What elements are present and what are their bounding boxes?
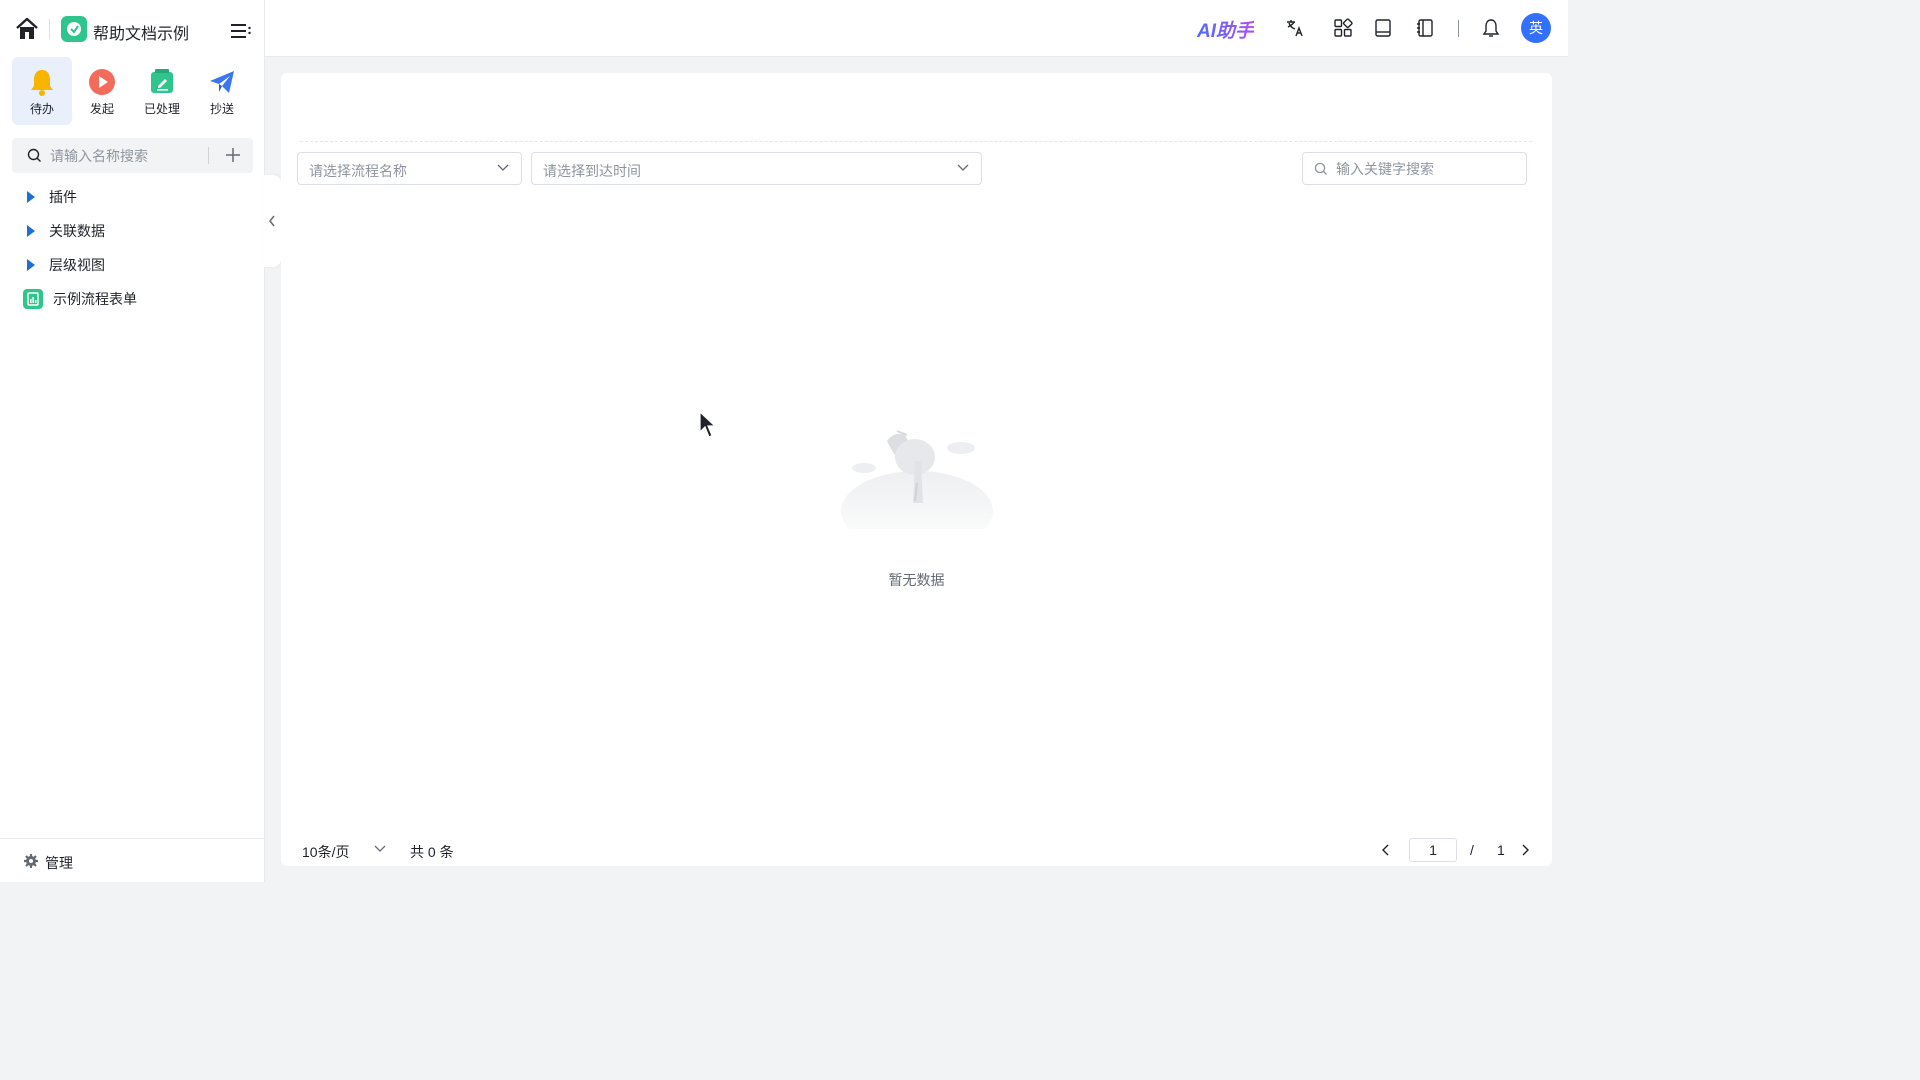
tree-item-plugins[interactable]: 插件 <box>12 180 253 214</box>
quick-cc-label: 抄送 <box>209 102 234 116</box>
sidebar-search <box>12 138 253 173</box>
search-icon <box>27 148 41 162</box>
process-name-placeholder: 请选择流程名称 <box>309 163 407 179</box>
quick-todo-label: 待办 <box>29 102 54 116</box>
tree-item-label: 插件 <box>49 189 77 205</box>
chevron-down-icon[interactable] <box>374 845 386 853</box>
chevron-down-icon <box>497 164 509 171</box>
bell-icon <box>31 70 53 96</box>
form-tree: 插件 关联数据 层级视图 示例流程表单 <box>12 180 253 316</box>
play-icon <box>89 69 115 95</box>
quick-actions: 待办 发起 已处理 抄送 <box>12 57 253 125</box>
brand-bar: 帮助文档示例 <box>0 0 265 57</box>
divider <box>1458 20 1459 37</box>
empty-state-illustration <box>841 430 993 529</box>
search-icon <box>1314 162 1327 175</box>
page-number-input[interactable]: 1 <box>1409 838 1457 862</box>
arrival-time-placeholder: 请选择到达时间 <box>543 163 641 179</box>
total-pages: 1 <box>1497 842 1505 858</box>
gear-icon <box>24 854 38 868</box>
quick-processed-label: 已处理 <box>143 102 180 116</box>
process-name-select[interactable]: 请选择流程名称 <box>297 152 522 185</box>
sidebar: 帮助文档示例 待办 发起 已处理 抄送 请输入名称搜索 插件 关联数据 层级视图… <box>0 0 265 882</box>
chevron-right-icon[interactable] <box>1519 844 1531 856</box>
menu-icon[interactable] <box>230 22 252 40</box>
divider <box>208 147 209 164</box>
caret-right-icon <box>27 259 35 271</box>
sidebar-search-input[interactable] <box>50 144 205 167</box>
form-icon <box>23 289 43 309</box>
main-panel: 请选择流程名称 请选择到达时间 暂无数据 10条/页 共 0 条 1 <box>281 73 1552 866</box>
divider <box>300 141 1532 142</box>
divider <box>49 19 50 39</box>
arrival-time-select[interactable]: 请选择到达时间 <box>531 152 982 185</box>
tree-item-hierarchy-view[interactable]: 层级视图 <box>12 248 253 282</box>
keyword-search-input[interactable] <box>1336 158 1516 180</box>
edit-icon <box>151 69 173 93</box>
tree-item-label: 示例流程表单 <box>53 291 137 307</box>
chevron-left-icon <box>269 215 275 227</box>
page-separator: / <box>1470 842 1474 858</box>
quick-start-label: 发起 <box>89 102 114 116</box>
add-icon[interactable] <box>224 146 242 164</box>
collapse-sidebar-button[interactable] <box>264 175 282 267</box>
notebook-icon[interactable] <box>1415 18 1435 38</box>
apps-icon[interactable] <box>1333 18 1353 38</box>
user-avatar[interactable]: 英 <box>1521 13 1551 43</box>
page-size-select[interactable]: 10条/页 <box>302 842 349 862</box>
quick-start[interactable]: 发起 <box>72 57 132 125</box>
manage-label: 管理 <box>45 855 73 871</box>
caret-right-icon <box>27 191 35 203</box>
total-count: 共 0 条 <box>410 844 454 860</box>
manage-button[interactable]: 管理 <box>0 838 265 882</box>
home-icon[interactable] <box>14 16 40 42</box>
tree-item-label: 层级视图 <box>49 257 105 273</box>
tree-item-related-data[interactable]: 关联数据 <box>12 214 253 248</box>
tree-item-label: 关联数据 <box>49 223 105 239</box>
app-name: 帮助文档示例 <box>93 26 190 43</box>
mouse-cursor-icon <box>699 411 717 438</box>
ai-assistant-button[interactable]: AI助手 <box>1197 16 1254 43</box>
notification-bell-icon[interactable] <box>1481 18 1501 38</box>
app-logo-icon <box>61 16 87 42</box>
keyword-search <box>1302 152 1527 185</box>
quick-todo[interactable]: 待办 <box>12 57 72 125</box>
tree-item-sample-form[interactable]: 示例流程表单 <box>12 282 253 316</box>
top-bar: AI助手 英 <box>265 0 1568 57</box>
book-icon[interactable] <box>1373 18 1393 38</box>
empty-state-text: 暂无数据 <box>888 572 945 588</box>
quick-processed[interactable]: 已处理 <box>132 57 192 125</box>
send-icon <box>210 71 234 93</box>
translate-icon[interactable] <box>1285 18 1305 38</box>
chevron-left-icon[interactable] <box>1380 844 1392 856</box>
chevron-down-icon <box>957 164 969 171</box>
pagination: 10条/页 共 0 条 1 / 1 <box>281 833 1552 867</box>
caret-right-icon <box>27 225 35 237</box>
quick-cc[interactable]: 抄送 <box>192 57 252 125</box>
